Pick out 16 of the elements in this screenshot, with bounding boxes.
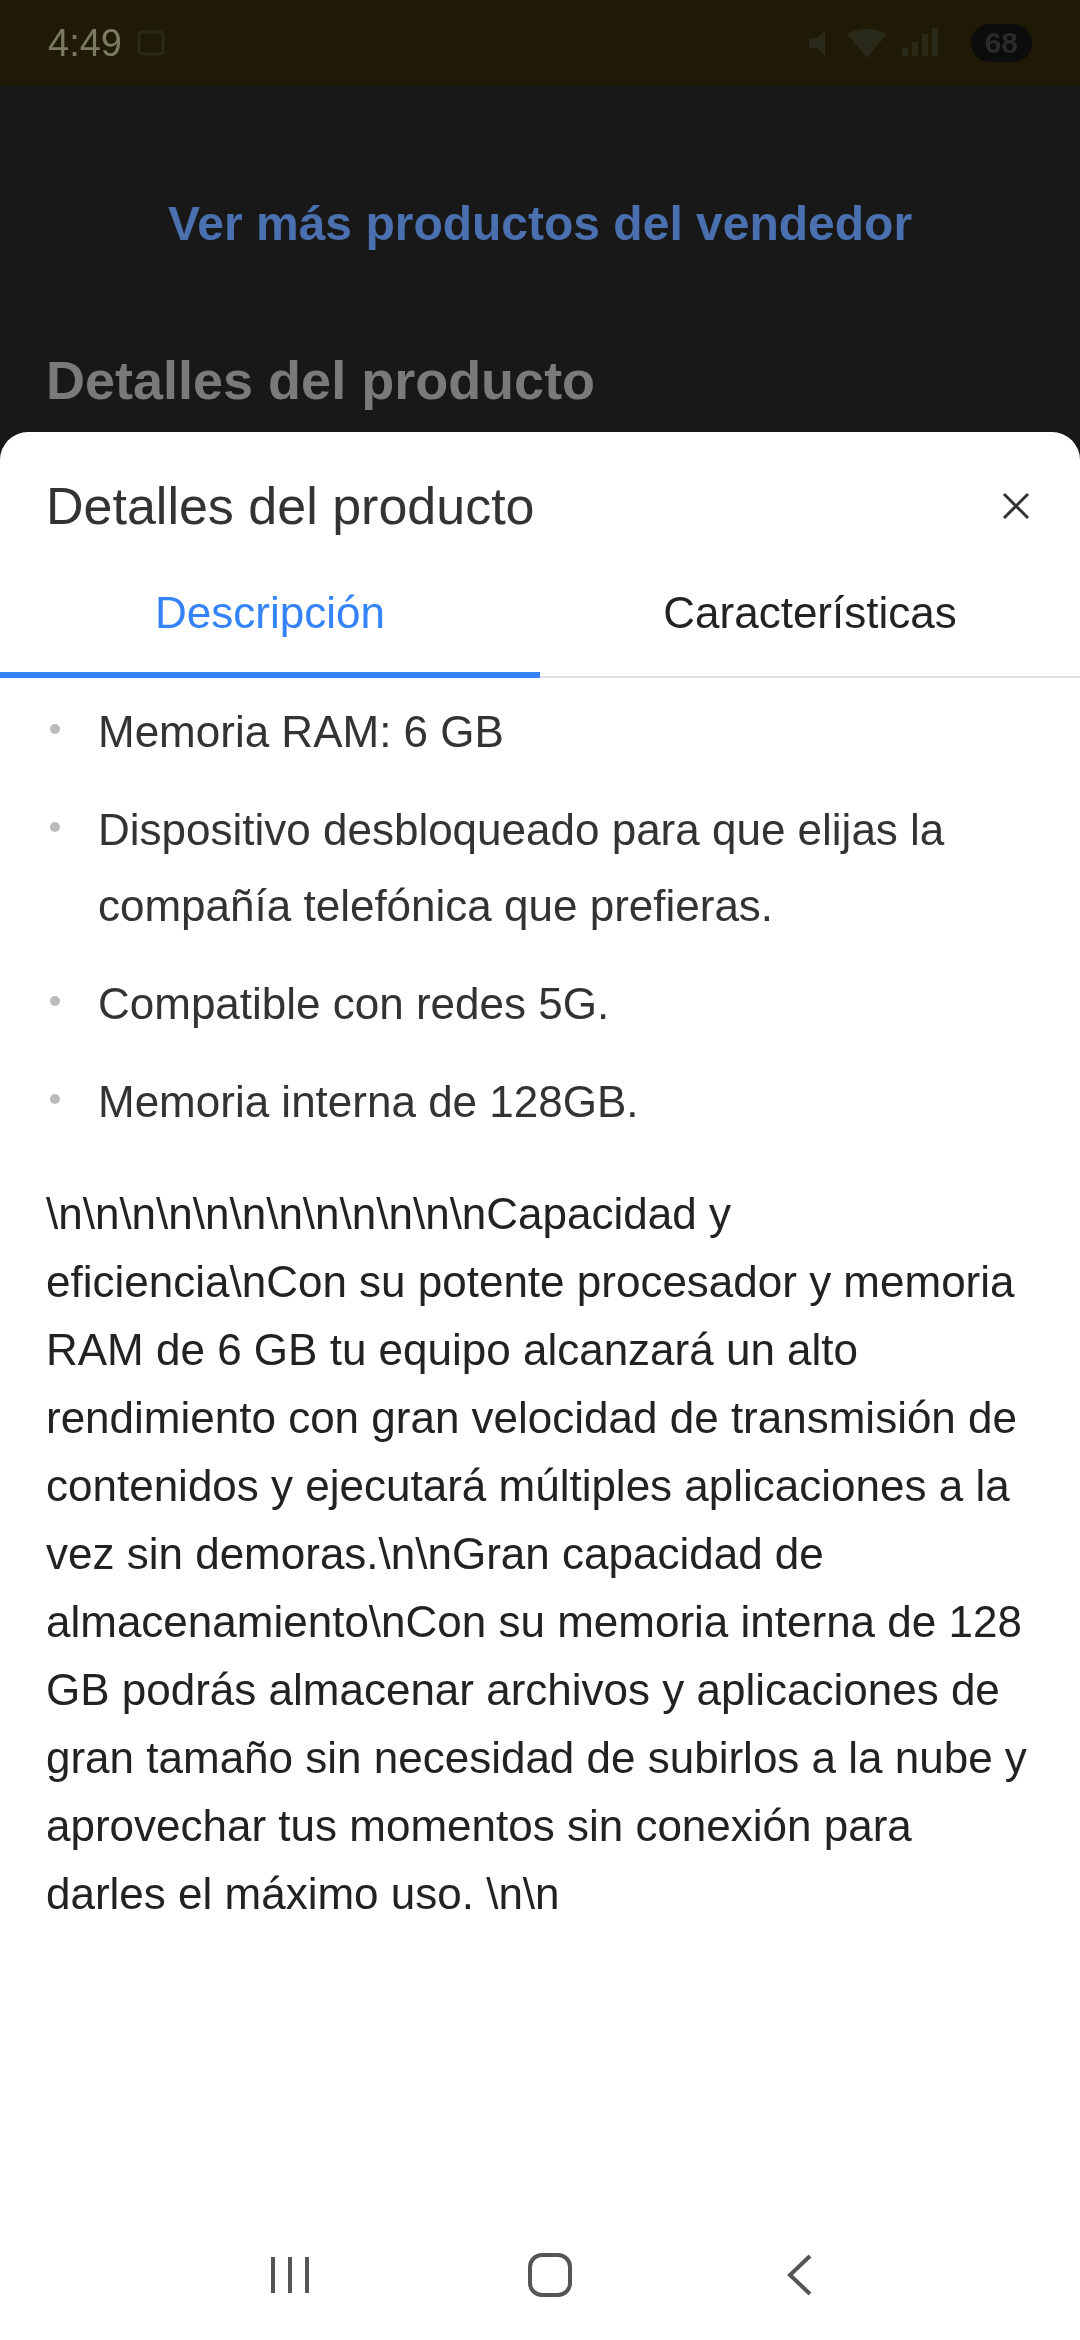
sheet-title: Detalles del producto: [46, 476, 535, 536]
seller-products-link[interactable]: Ver más productos del vendedor: [167, 196, 913, 251]
bullet-text: Memoria RAM: 6 GB: [98, 706, 504, 758]
bullet-text: Memoria interna de 128GB.: [98, 1076, 639, 1128]
status-time: 4:49: [48, 21, 122, 65]
bullet-text: Dispositivo desbloqueado para que elijas la compañía telefónica que prefieras.: [98, 804, 946, 932]
tab[interactable]: Descripción: [0, 588, 540, 678]
home-icon[interactable]: [526, 2251, 574, 2299]
bullet-text: Compatible con redes 5G.: [98, 978, 610, 1030]
bullet-icon: [50, 1094, 60, 1104]
section-heading: Detalles del producto: [46, 349, 597, 411]
bullet-icon: [50, 724, 60, 734]
description-paragraph: \n\n\n\n\n\n\n\n\n\n\n\nCapacidad y eficiencia\nCon su potente procesador y memoria RAM de 6 GB tu equipo alcanzará un alto rendimiento con gran velocidad de transmisión de contenidos y ejecutará múltiples aplicaciones a la vez sin demoras.\n\nGran capacidad de almacenamiento\nCon su memoria interna de 128 GB podrás almacenar archivos y aplicaciones de gran tamaño sin necesidad de subirlos a la nube y aprovechar tus momentos sin conexión para darles el máximo uso. \n\n: [46, 1188, 1028, 1920]
bullet-icon: [50, 822, 60, 832]
tab[interactable]: Características: [540, 588, 1080, 678]
bullet-icon: [50, 996, 60, 1006]
